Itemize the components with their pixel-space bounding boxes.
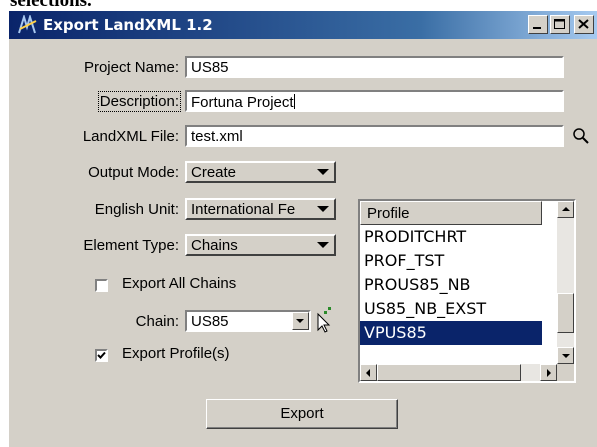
export-button[interactable]: Export — [206, 399, 398, 429]
arrow-down-icon — [562, 354, 570, 358]
element-type-label: Element Type: — [83, 237, 179, 254]
page-fragment-text: selections. — [10, 0, 92, 10]
english-unit-label: English Unit: — [94, 201, 179, 218]
description-value: Fortuna Project — [191, 94, 294, 111]
chain-label: Chain: — [135, 313, 179, 330]
chevron-down-icon — [317, 242, 329, 248]
list-item[interactable]: PROF_TST — [360, 249, 542, 273]
vertical-scroll-thumb[interactable] — [557, 293, 574, 333]
chevron-down-icon — [296, 319, 304, 323]
export-profiles-checkbox[interactable] — [95, 349, 108, 362]
profile-list-items: PRODITCHRT PROF_TST PROUS85_NB US85_NB_E… — [360, 225, 542, 345]
project-name-input[interactable]: US85 — [185, 56, 564, 78]
magnifier-icon[interactable] — [572, 127, 590, 145]
chain-value: US85 — [191, 313, 229, 330]
landxml-file-label: LandXML File: — [82, 128, 179, 145]
checkmark-icon — [97, 351, 106, 359]
list-item[interactable]: PRODITCHRT — [360, 225, 542, 249]
chain-dropdown-button[interactable] — [292, 312, 309, 330]
horizontal-scrollbar[interactable] — [360, 364, 557, 381]
pointer-pick-icon[interactable] — [315, 305, 337, 333]
output-mode-value: Create — [191, 164, 237, 181]
minimize-button[interactable] — [528, 15, 548, 34]
scroll-right-button[interactable] — [540, 364, 557, 381]
export-all-chains-checkbox[interactable] — [95, 279, 108, 292]
arrow-up-icon — [562, 207, 570, 211]
scroll-left-button[interactable] — [360, 364, 377, 381]
output-mode-dropdown[interactable]: Create — [185, 161, 336, 183]
horizontal-scroll-thumb[interactable] — [377, 364, 521, 381]
english-unit-value: International Fe — [191, 201, 296, 218]
project-name-label: Project Name: — [83, 59, 179, 76]
close-button[interactable] — [574, 15, 594, 34]
chevron-down-icon — [317, 169, 329, 175]
element-type-dropdown[interactable]: Chains — [185, 234, 336, 256]
arrow-left-icon — [366, 369, 370, 377]
list-item[interactable]: PROUS85_NB — [360, 273, 542, 297]
profile-listbox[interactable]: Profile PRODITCHRT PROF_TST PROUS85_NB U… — [358, 199, 576, 383]
export-profiles-label: Export Profile(s) — [122, 345, 230, 362]
chain-combobox[interactable]: US85 — [185, 310, 311, 332]
title-bar[interactable]: Export LandXML 1.2 — [9, 11, 597, 39]
chevron-down-icon — [317, 206, 329, 212]
list-item[interactable]: US85_NB_EXST — [360, 297, 542, 321]
profile-column-header[interactable]: Profile — [360, 201, 542, 225]
description-input[interactable]: Fortuna Project — [185, 90, 564, 112]
window-title: Export LandXML 1.2 — [43, 16, 213, 34]
output-mode-label: Output Mode: — [88, 164, 179, 181]
landxml-file-input[interactable]: test.xml — [185, 125, 564, 147]
export-all-chains-label: Export All Chains — [122, 275, 237, 292]
background-page-text: selections. — [0, 0, 597, 10]
description-label: Description: — [97, 91, 182, 112]
scroll-up-button[interactable] — [557, 201, 574, 218]
element-type-value: Chains — [191, 237, 238, 254]
english-unit-dropdown[interactable]: International Fe — [185, 198, 336, 220]
maximize-icon — [554, 19, 565, 29]
vertical-scrollbar[interactable] — [557, 201, 574, 364]
arrow-right-icon — [547, 369, 551, 377]
scroll-corner — [557, 364, 574, 381]
close-icon — [578, 19, 589, 29]
minimize-icon — [533, 27, 541, 29]
scroll-down-button[interactable] — [557, 347, 574, 364]
text-caret — [293, 94, 295, 109]
list-item-selected[interactable]: VPUS85 — [360, 321, 542, 345]
export-landxml-dialog: Export LandXML 1.2 Project Name: US85 De… — [8, 10, 597, 447]
landxml-app-icon — [18, 15, 37, 34]
maximize-button[interactable] — [550, 15, 570, 34]
